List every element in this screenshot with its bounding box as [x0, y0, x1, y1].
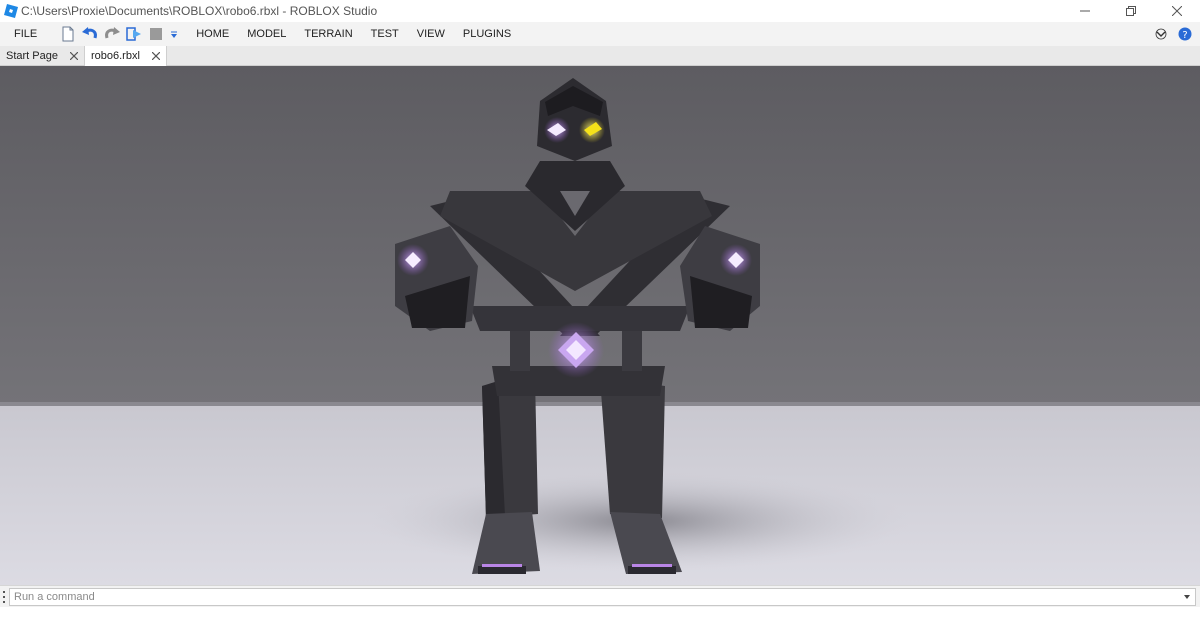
window-controls — [1062, 0, 1200, 22]
svg-text:?: ? — [1182, 30, 1187, 41]
tab-close-button[interactable] — [150, 50, 162, 62]
menu-home[interactable]: HOME — [187, 28, 238, 40]
command-input[interactable]: Run a command — [9, 588, 1196, 606]
close-button[interactable] — [1154, 0, 1200, 22]
drag-grip-icon[interactable] — [3, 591, 6, 603]
roblox-studio-logo-icon — [4, 4, 18, 18]
window-title: C:\Users\Proxie\Documents\ROBLOX\robo6.r… — [21, 4, 378, 18]
close-icon — [1172, 6, 1182, 16]
3d-viewport[interactable] — [0, 66, 1200, 585]
menu-bar: FILE HOME MODEL TERRAIN TEST VIEW PLUGIN… — [0, 22, 1200, 46]
menu-terrain[interactable]: TERRAIN — [295, 28, 361, 40]
redo-icon — [105, 27, 121, 39]
tab-start-page[interactable]: Start Page — [0, 46, 85, 66]
title-bar: C:\Users\Proxie\Documents\ROBLOX\robo6.r… — [0, 0, 1200, 22]
bottom-area — [0, 607, 1200, 638]
quick-access-toolbar — [57, 23, 181, 45]
menu-file[interactable]: FILE — [14, 28, 37, 40]
menu-model[interactable]: MODEL — [238, 28, 295, 40]
menu-test[interactable]: TEST — [362, 28, 408, 40]
close-icon — [69, 52, 78, 60]
tab-label: Start Page — [6, 50, 58, 62]
chevron-down-icon[interactable] — [1183, 593, 1191, 601]
tab-close-button[interactable] — [68, 50, 80, 62]
undo-icon — [82, 27, 98, 39]
help-button[interactable]: ? — [1174, 23, 1196, 45]
undo-button[interactable] — [79, 23, 101, 45]
play-button[interactable] — [123, 23, 145, 45]
customize-dropdown-icon — [171, 31, 178, 38]
collapse-ribbon-icon — [1155, 28, 1167, 40]
command-bar: Run a command — [0, 585, 1200, 607]
scene-render — [0, 66, 1200, 585]
stop-button[interactable] — [145, 23, 167, 45]
menubar-right-controls: ? — [1150, 22, 1196, 46]
tab-robo6[interactable]: robo6.rbxl — [84, 46, 167, 66]
collapse-ribbon-button[interactable] — [1150, 23, 1172, 45]
menu-plugins[interactable]: PLUGINS — [454, 28, 520, 40]
document-tab-bar: Start Page robo6.rbxl — [0, 46, 1200, 66]
stop-icon — [150, 28, 163, 40]
redo-button[interactable] — [101, 23, 123, 45]
restore-icon — [1126, 6, 1136, 16]
minimize-icon — [1080, 10, 1090, 12]
command-input-placeholder: Run a command — [14, 591, 95, 603]
tab-label: robo6.rbxl — [90, 50, 140, 62]
new-file-button[interactable] — [57, 23, 79, 45]
restore-button[interactable] — [1108, 0, 1154, 22]
menu-view[interactable]: VIEW — [408, 28, 454, 40]
minimize-button[interactable] — [1062, 0, 1108, 22]
play-icon — [126, 27, 142, 41]
close-icon — [151, 52, 160, 60]
help-icon: ? — [1178, 27, 1192, 41]
customize-quick-access-button[interactable] — [167, 23, 181, 45]
new-file-icon — [62, 26, 74, 42]
